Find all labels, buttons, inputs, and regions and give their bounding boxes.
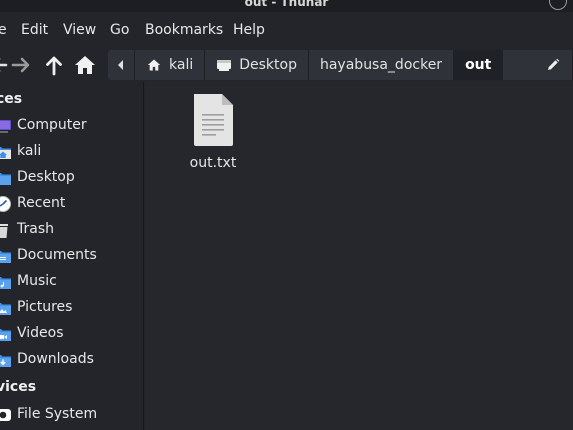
- path-bar: kali Desktop hayabusa_docker out: [108, 50, 573, 80]
- up-arrow-icon: [46, 56, 62, 76]
- menu-edit[interactable]: Edit: [21, 22, 48, 38]
- music-folder-icon: [0, 273, 12, 291]
- path-segment-out[interactable]: out: [454, 50, 504, 80]
- text-file-icon: [183, 92, 243, 150]
- sidebar: ces Computer kali Desktop Recent Trash D: [0, 82, 144, 430]
- sidebar-item-recent[interactable]: Recent: [0, 192, 143, 216]
- downloads-folder-icon: [0, 351, 12, 369]
- recent-icon: [0, 195, 12, 213]
- menu-bookmarks[interactable]: Bookmarks: [145, 22, 223, 38]
- window-title: out - Thunar: [244, 0, 329, 9]
- menu-help[interactable]: Help: [233, 22, 265, 38]
- sidebar-item-computer[interactable]: Computer: [0, 114, 143, 138]
- sidebar-item-label: Downloads: [17, 351, 94, 367]
- sidebar-item-label: kali: [17, 143, 42, 159]
- home-icon: [75, 56, 95, 74]
- toolbar: kali Desktop hayabusa_docker out: [0, 48, 573, 82]
- trash-icon: [0, 221, 12, 239]
- home-button[interactable]: [72, 52, 98, 78]
- sidebar-item-label: Desktop: [17, 169, 75, 185]
- file-name: out.txt: [189, 155, 237, 171]
- pencil-icon: [548, 58, 560, 70]
- path-segment-label: out: [465, 57, 492, 73]
- sidebar-item-music[interactable]: Music: [0, 270, 143, 294]
- up-button[interactable]: [41, 52, 67, 78]
- chevron-left-icon: [118, 60, 123, 70]
- sidebar-item-label: File System: [17, 406, 98, 422]
- desktop-folder-icon: [0, 169, 12, 187]
- documents-folder-icon: [0, 247, 12, 265]
- computer-icon: [0, 117, 12, 135]
- sidebar-item-desktop[interactable]: Desktop: [0, 166, 143, 190]
- pictures-folder-icon: [0, 299, 12, 317]
- sidebar-item-kali[interactable]: kali: [0, 140, 143, 164]
- path-segment-kali[interactable]: kali: [135, 50, 206, 80]
- sidebar-item-label: Videos: [17, 325, 64, 341]
- file-item[interactable]: out.txt: [183, 92, 243, 171]
- path-segment-desktop[interactable]: Desktop: [205, 50, 309, 80]
- path-segment-label: Desktop: [239, 57, 297, 73]
- file-view: out.txt: [145, 82, 573, 430]
- sidebar-item-downloads[interactable]: Downloads: [0, 348, 143, 372]
- forward-arrow-icon: [11, 57, 30, 73]
- sidebar-item-label: Trash: [17, 221, 54, 237]
- sidebar-item-file-system[interactable]: File System: [0, 403, 143, 427]
- home-icon: [146, 57, 162, 73]
- sidebar-item-videos[interactable]: Videos: [0, 322, 143, 346]
- videos-folder-icon: [0, 325, 12, 343]
- sidebar-item-pictures[interactable]: Pictures: [0, 296, 143, 320]
- sidebar-item-label: Music: [17, 273, 57, 289]
- sidebar-item-label: Pictures: [17, 299, 73, 315]
- sidebar-item-trash[interactable]: Trash: [0, 218, 143, 242]
- path-segment-label: kali: [169, 57, 194, 73]
- sidebar-item-label: Documents: [17, 247, 97, 263]
- forward-button[interactable]: [9, 52, 35, 78]
- menu-file[interactable]: e: [0, 22, 7, 38]
- sidebar-heading-devices: vices: [0, 379, 37, 395]
- path-segment-hayabusa-docker[interactable]: hayabusa_docker: [308, 50, 455, 80]
- path-scroll-left-button[interactable]: [108, 50, 135, 80]
- desktop-icon: [216, 58, 232, 72]
- title-bar: out - Thunar: [0, 0, 573, 12]
- sidebar-item-documents[interactable]: Documents: [0, 244, 143, 268]
- menu-view[interactable]: View: [63, 22, 96, 38]
- drive-icon: [0, 406, 12, 424]
- path-segment-label: hayabusa_docker: [319, 57, 443, 73]
- home-folder-icon: [0, 143, 12, 161]
- menu-go[interactable]: Go: [110, 22, 129, 38]
- sidebar-item-label: Computer: [17, 117, 87, 133]
- menu-bar: e Edit View Go Bookmarks Help: [0, 12, 573, 48]
- edit-location-button[interactable]: [503, 50, 573, 80]
- sidebar-item-label: Recent: [17, 195, 66, 211]
- sidebar-heading-places: ces: [0, 91, 23, 107]
